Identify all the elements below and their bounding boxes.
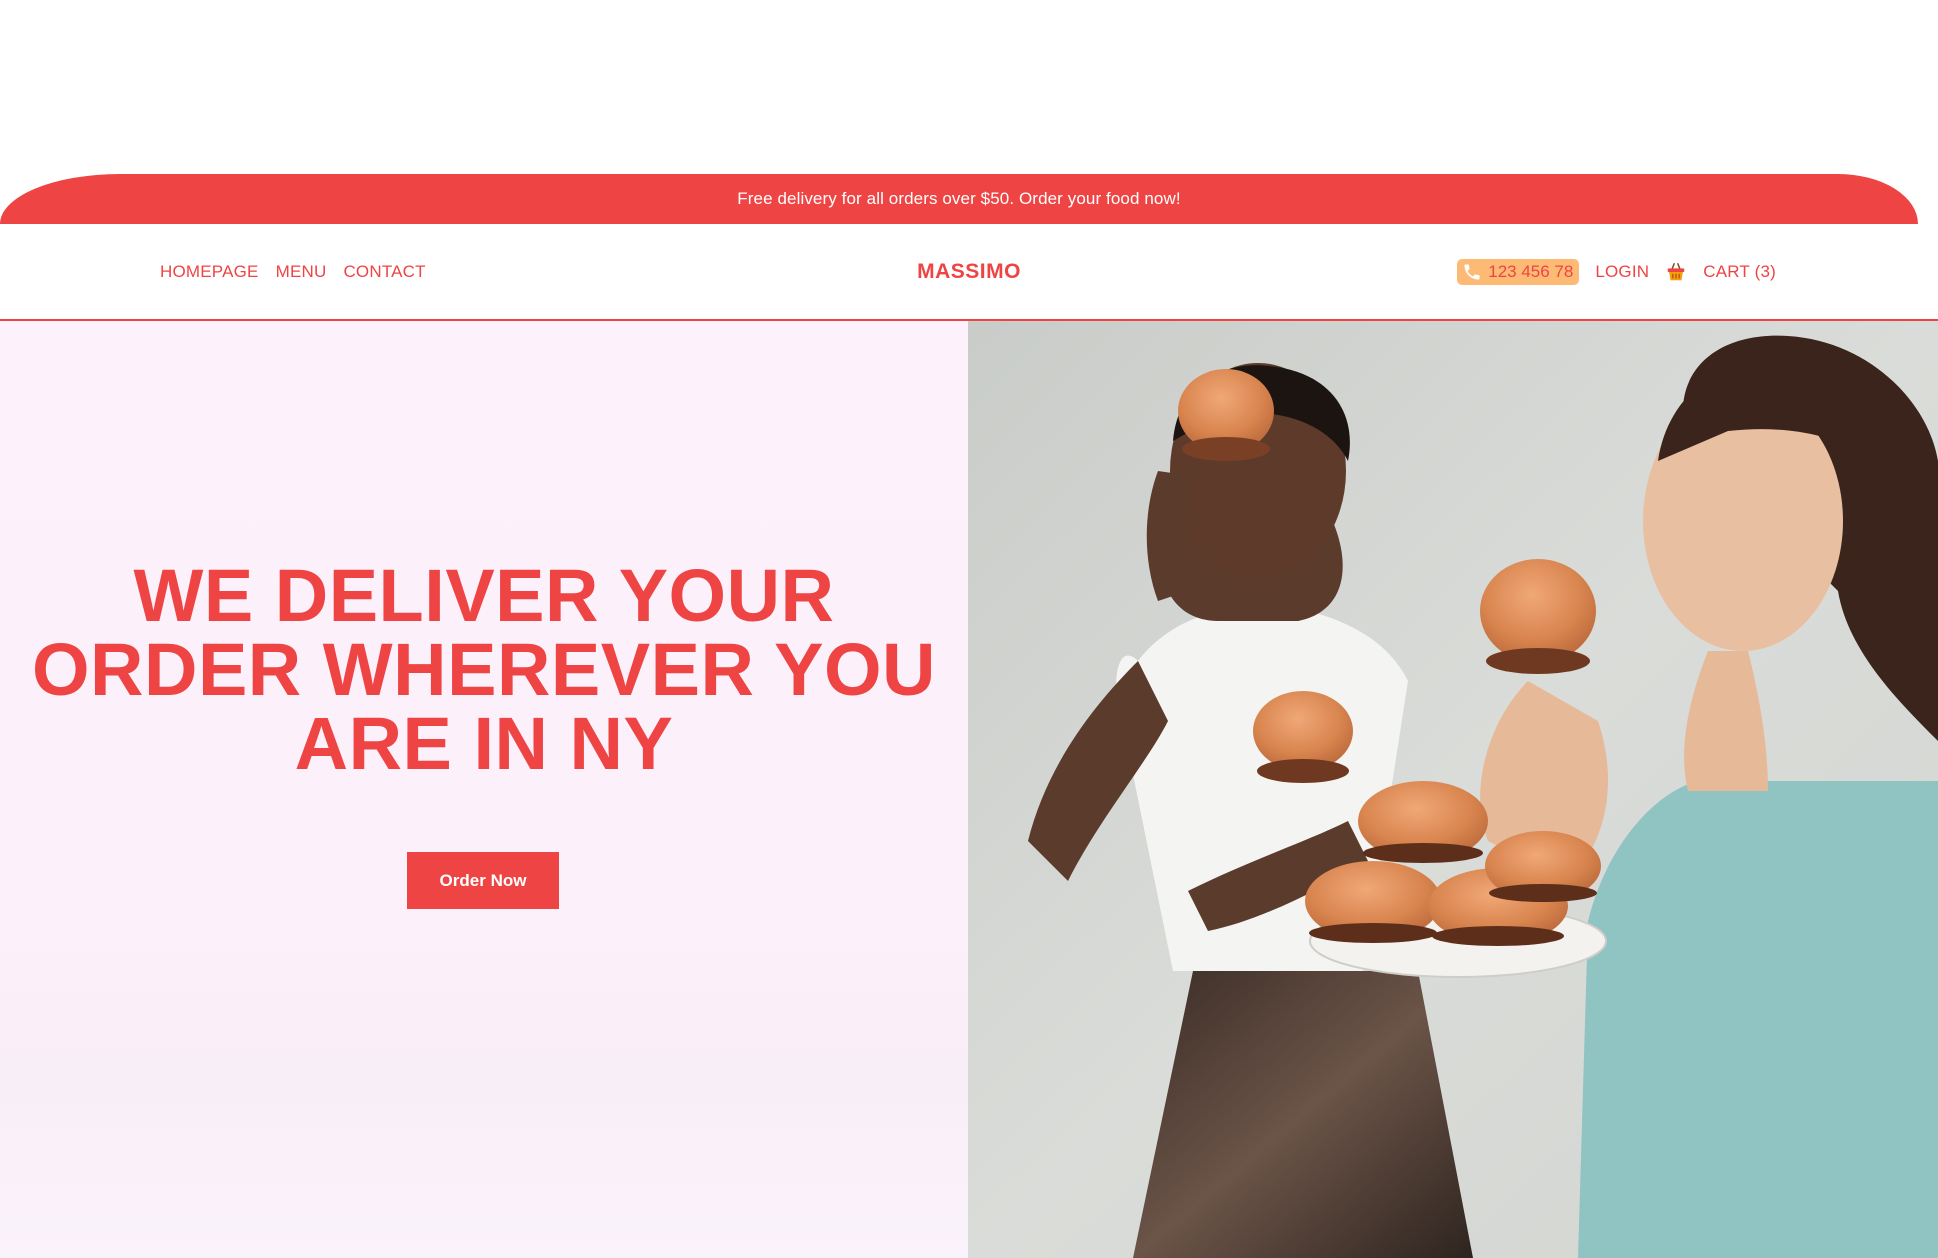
cart-label: CART (3) <box>1703 261 1776 281</box>
nav-link-contact[interactable]: CONTACT <box>343 262 425 282</box>
nav-link-menu[interactable]: MENU <box>276 262 327 282</box>
phone-icon <box>1462 262 1482 282</box>
order-now-button[interactable]: Order Now <box>407 852 559 909</box>
top-navbar: HOMEPAGE MENU CONTACT MASSIMO 123 456 78… <box>0 224 1938 321</box>
brand-logo-text[interactable]: MASSIMO <box>917 260 1021 284</box>
hero-section: WE DELIVER YOUR ORDER WHEREVER YOU ARE I… <box>0 321 1938 1258</box>
basket-icon <box>1665 261 1687 283</box>
nav-links: HOMEPAGE MENU CONTACT <box>160 224 426 319</box>
announcement-text: Free delivery for all orders over $50. O… <box>737 189 1181 208</box>
nav-link-homepage[interactable]: HOMEPAGE <box>160 262 259 282</box>
page: Free delivery for all orders over $50. O… <box>0 0 1938 1258</box>
cart-button[interactable]: CART (3) <box>1665 261 1776 283</box>
phone-number: 123 456 78 <box>1488 261 1574 281</box>
nav-actions: 123 456 78 LOGIN CART (3) <box>1457 224 1776 319</box>
announcement-banner: Free delivery for all orders over $50. O… <box>0 174 1918 224</box>
phone-button[interactable]: 123 456 78 <box>1457 258 1580 285</box>
hero-title: WE DELIVER YOUR ORDER WHEREVER YOU ARE I… <box>32 554 936 785</box>
hero-image <box>968 321 1938 1258</box>
hero-photo-illustration <box>968 321 1938 1258</box>
hero-text-panel: WE DELIVER YOUR ORDER WHEREVER YOU ARE I… <box>0 321 968 1258</box>
login-link[interactable]: LOGIN <box>1595 262 1649 282</box>
